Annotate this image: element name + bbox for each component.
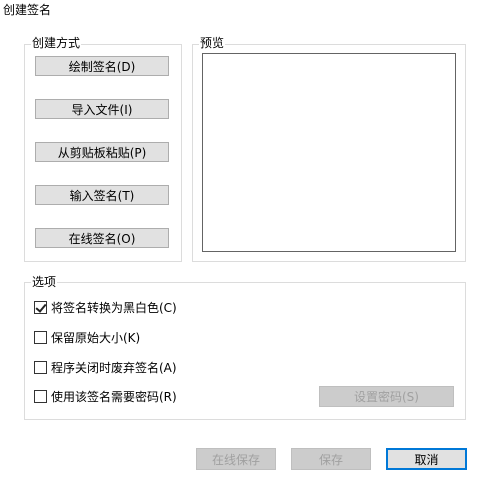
- paste-clipboard-button[interactable]: 从剪贴板粘贴(P): [35, 142, 169, 162]
- online-signature-button[interactable]: 在线签名(O): [35, 228, 169, 248]
- discard-on-close-option[interactable]: 程序关闭时废弃签名(A): [34, 359, 177, 375]
- import-file-button[interactable]: 导入文件(I): [35, 99, 169, 119]
- keep-size-label: 保留原始大小(K): [51, 330, 141, 345]
- discard-on-close-checkbox[interactable]: [34, 360, 47, 374]
- convert-bw-checkbox[interactable]: [34, 300, 47, 314]
- convert-bw-label: 将签名转换为黑白色(C): [51, 300, 177, 315]
- preview-area: [202, 53, 456, 252]
- keep-size-checkbox[interactable]: [34, 330, 47, 344]
- set-password-button[interactable]: 设置密码(S): [319, 386, 454, 407]
- require-password-label: 使用该签名需要密码(R): [51, 389, 177, 404]
- window-title: 创建签名: [3, 3, 52, 17]
- draw-signature-button[interactable]: 绘制签名(D): [35, 56, 169, 76]
- type-signature-button[interactable]: 输入签名(T): [35, 185, 169, 205]
- require-password-option[interactable]: 使用该签名需要密码(R): [34, 388, 177, 404]
- online-save-button[interactable]: 在线保存: [196, 448, 276, 470]
- cancel-button[interactable]: 取消: [386, 448, 467, 470]
- preview-label: 预览: [199, 36, 226, 50]
- discard-on-close-label: 程序关闭时废弃签名(A): [51, 360, 177, 375]
- save-button[interactable]: 保存: [291, 448, 371, 470]
- options-label: 选项: [31, 275, 58, 289]
- create-method-label: 创建方式: [31, 36, 82, 50]
- require-password-checkbox[interactable]: [34, 389, 47, 403]
- keep-size-option[interactable]: 保留原始大小(K): [34, 329, 140, 345]
- convert-bw-option[interactable]: 将签名转换为黑白色(C): [34, 299, 177, 315]
